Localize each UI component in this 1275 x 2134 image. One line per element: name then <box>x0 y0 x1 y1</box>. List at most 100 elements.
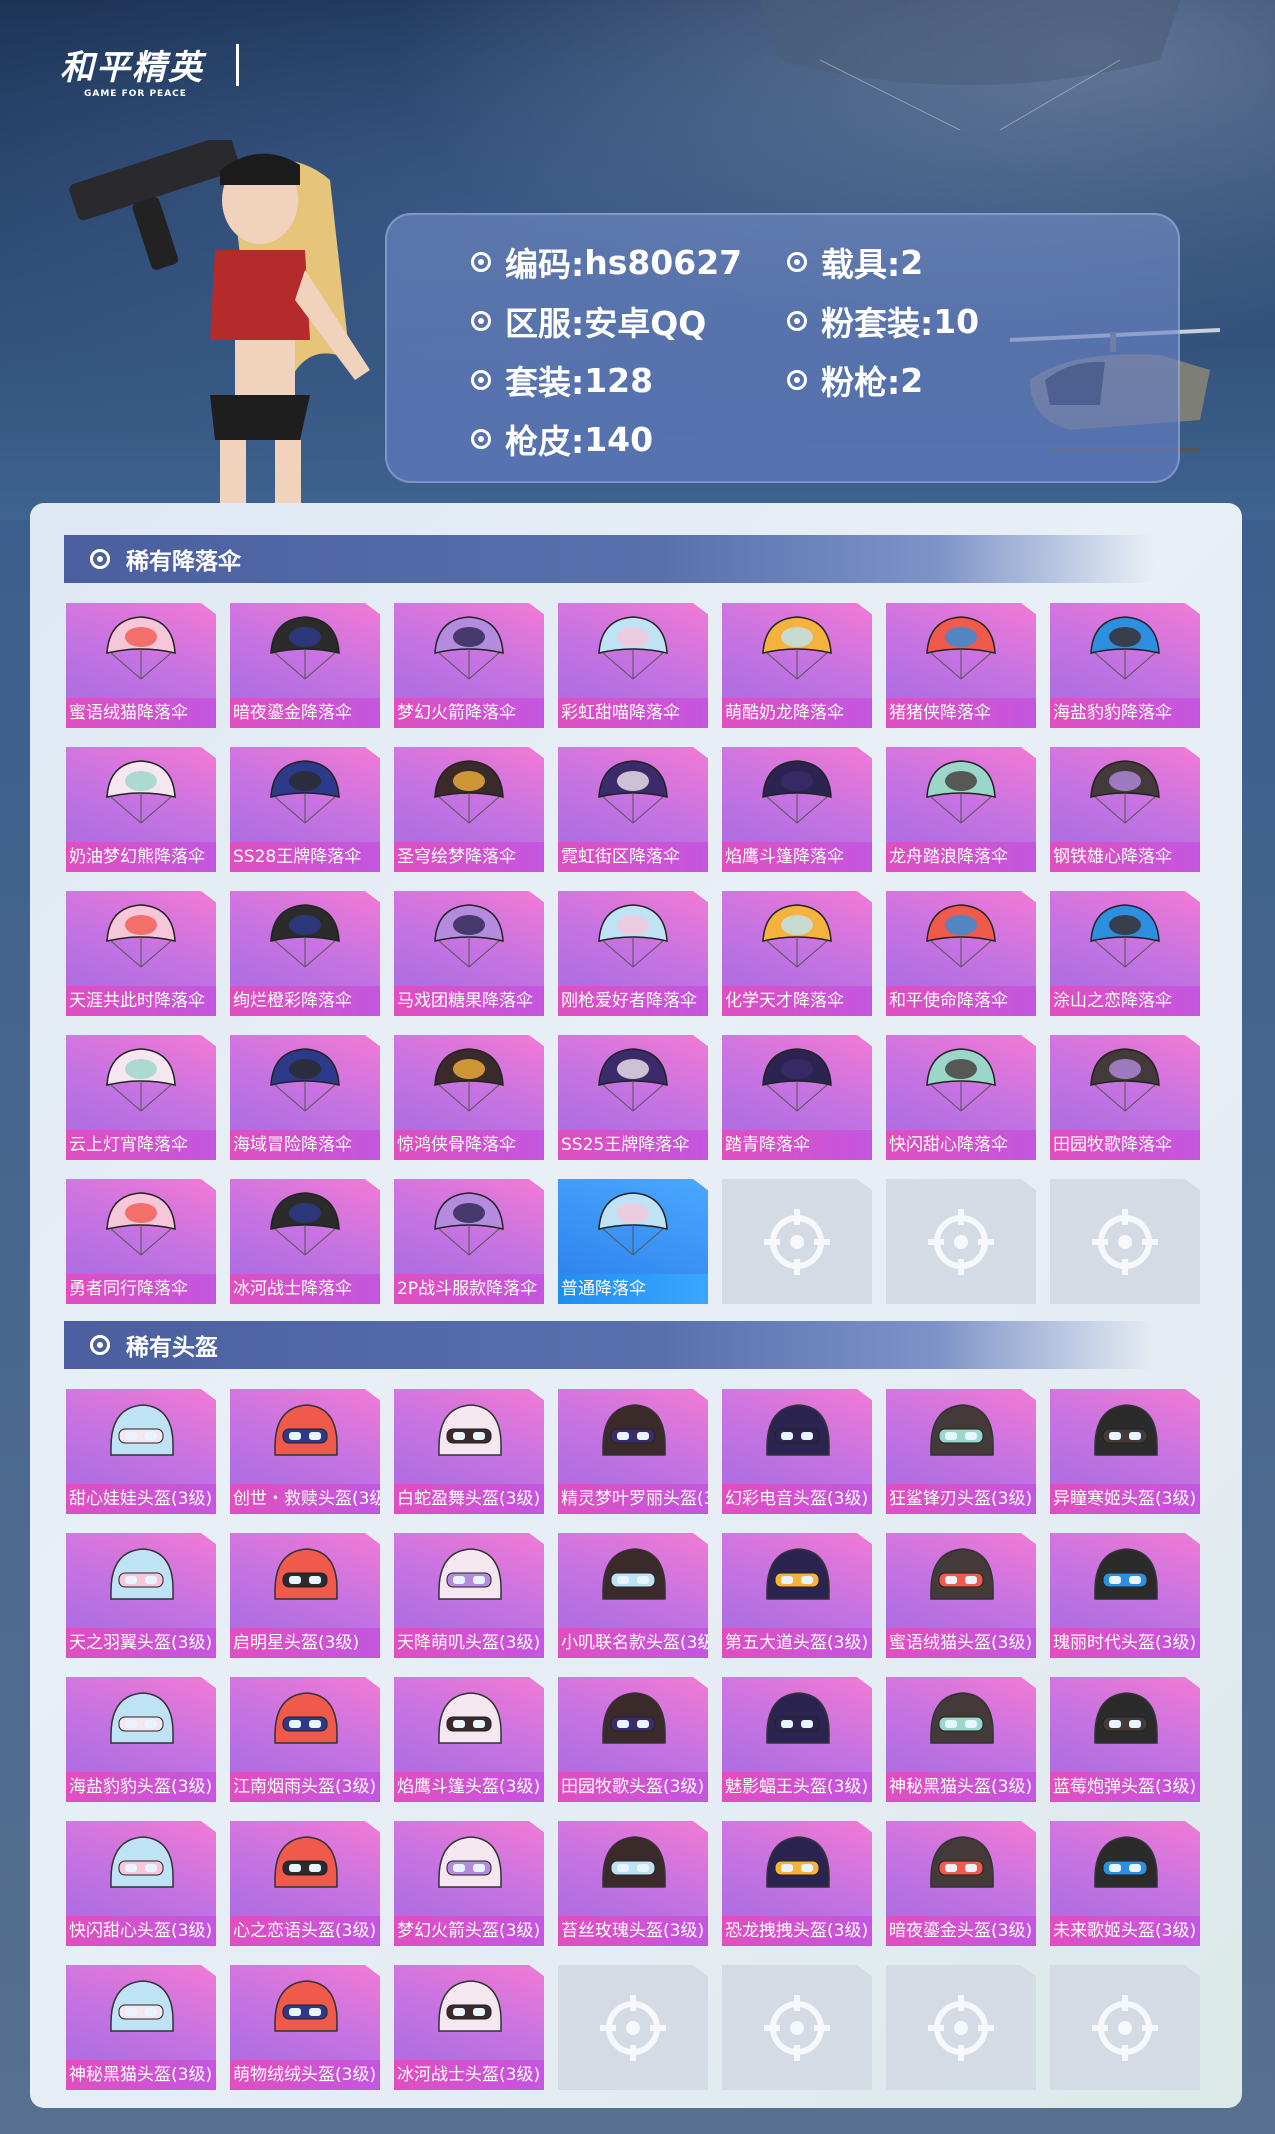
parachute-tile[interactable]: 天涯共此时降落伞 <box>66 891 216 1016</box>
helmet-tile[interactable]: 未来歌姬头盔(3级) <box>1050 1821 1200 1946</box>
info-vehicles-label: 载具: <box>821 245 901 284</box>
helmet-tile[interactable]: 蜜语绒猫头盔(3级) <box>886 1533 1036 1658</box>
helmet-label: 蜜语绒猫头盔(3级) <box>886 1628 1036 1658</box>
parachute-tile[interactable]: 奶油梦幻熊降落伞 <box>66 747 216 872</box>
info-server-label: 区服: <box>505 304 585 343</box>
parachute-tile[interactable]: 快闪甜心降落伞 <box>886 1035 1036 1160</box>
helmet-icon <box>593 1539 673 1617</box>
helmet-tile[interactable]: 焰鹰斗篷头盔(3级) <box>394 1677 544 1802</box>
helmet-tile[interactable]: 蓝莓炮弹头盔(3级) <box>1050 1677 1200 1802</box>
helmet-tile[interactable]: 白蛇盈舞头盔(3级) <box>394 1389 544 1514</box>
info-pink-guns-label: 粉枪: <box>821 363 901 402</box>
target-icon <box>90 1335 110 1355</box>
helmet-tile[interactable]: 苔丝玫瑰头盔(3级) <box>558 1821 708 1946</box>
parachute-label: 冰河战士降落伞 <box>230 1274 380 1304</box>
parachute-tile[interactable]: 刚枪爱好者降落伞 <box>558 891 708 1016</box>
parachute-tile[interactable]: 涂山之恋降落伞 <box>1050 891 1200 1016</box>
parachute-label: 化学天才降落伞 <box>722 986 872 1016</box>
helmet-tile[interactable]: 海盐豹豹头盔(3级) <box>66 1677 216 1802</box>
parachute-tile[interactable]: 海域冒险降落伞 <box>230 1035 380 1160</box>
logo-text: 和平精英 <box>60 48 204 88</box>
parachute-icon <box>921 753 1001 831</box>
parachute-tile[interactable]: 萌酷奶龙降落伞 <box>722 603 872 728</box>
parachute-tile[interactable]: 田园牧歌降落伞 <box>1050 1035 1200 1160</box>
helmet-icon <box>921 1395 1001 1473</box>
helmet-tile[interactable]: 暗夜鎏金头盔(3级) <box>886 1821 1036 1946</box>
helmet-label: 江南烟雨头盔(3级) <box>230 1772 380 1802</box>
helmet-label: 苔丝玫瑰头盔(3级) <box>558 1916 708 1946</box>
helmet-tile[interactable]: 梦幻火箭头盔(3级) <box>394 1821 544 1946</box>
helmet-tile[interactable]: 神秘黑猫头盔(3级) <box>66 1965 216 2090</box>
helmet-tile[interactable]: 狂鲨锋刃头盔(3级) <box>886 1389 1036 1514</box>
parachute-tile[interactable]: SS28王牌降落伞 <box>230 747 380 872</box>
parachute-icon <box>101 1041 181 1119</box>
helmet-icon <box>1085 1683 1165 1761</box>
parachute-label: 马戏团糖果降落伞 <box>394 986 544 1016</box>
target-icon <box>471 429 491 449</box>
parachute-tile[interactable]: 蜜语绒猫降落伞 <box>66 603 216 728</box>
parachute-tile[interactable]: 勇者同行降落伞 <box>66 1179 216 1304</box>
parachute-tile[interactable]: 暗夜鎏金降落伞 <box>230 603 380 728</box>
parachute-tile[interactable]: 惊鸿侠骨降落伞 <box>394 1035 544 1160</box>
parachute-tile[interactable]: 猪猪侠降落伞 <box>886 603 1036 728</box>
parachute-tile[interactable]: 云上灯宵降落伞 <box>66 1035 216 1160</box>
helmet-icon <box>265 1683 345 1761</box>
parachute-tile[interactable]: 霓虹街区降落伞 <box>558 747 708 872</box>
helmet-tile[interactable]: 异瞳寒姬头盔(3级) <box>1050 1389 1200 1514</box>
helmet-tile[interactable]: 天之羽翼头盔(3级) <box>66 1533 216 1658</box>
parachute-tile[interactable]: 绚烂橙彩降落伞 <box>230 891 380 1016</box>
parachute-tile[interactable]: 普通降落伞 <box>558 1179 708 1304</box>
parachute-tile[interactable]: 2P战斗服款降落伞 <box>394 1179 544 1304</box>
parachute-icon <box>101 1185 181 1263</box>
parachute-tile[interactable]: 冰河战士降落伞 <box>230 1179 380 1304</box>
parachute-tile[interactable]: 焰鹰斗篷降落伞 <box>722 747 872 872</box>
parachute-icon <box>265 897 345 975</box>
helmet-label: 瑰丽时代头盔(3级) <box>1050 1628 1200 1658</box>
helmet-label: 神秘黑猫头盔(3级) <box>66 2060 216 2090</box>
parachute-tile[interactable]: 和平使命降落伞 <box>886 891 1036 1016</box>
parachute-tile[interactable]: 马戏团糖果降落伞 <box>394 891 544 1016</box>
helmet-tile[interactable]: 创世・救赎头盔(3级) <box>230 1389 380 1514</box>
helmet-tile[interactable]: 瑰丽时代头盔(3级) <box>1050 1533 1200 1658</box>
info-pink-suits-label: 粉套装: <box>821 304 934 343</box>
helmet-tile[interactable]: 小叽联名款头盔(3级) <box>558 1533 708 1658</box>
parachute-tile[interactable]: 龙舟踏浪降落伞 <box>886 747 1036 872</box>
parachute-tile[interactable]: 钢铁雄心降落伞 <box>1050 747 1200 872</box>
helmet-tile[interactable]: 神秘黑猫头盔(3级) <box>886 1677 1036 1802</box>
parachute-tile[interactable]: 海盐豹豹降落伞 <box>1050 603 1200 728</box>
helmet-tile[interactable]: 快闪甜心头盔(3级) <box>66 1821 216 1946</box>
helmet-tile[interactable]: 江南烟雨头盔(3级) <box>230 1677 380 1802</box>
info-pink-guns-value: 2 <box>900 360 924 400</box>
helmet-tile[interactable]: 幻彩电音头盔(3级) <box>722 1389 872 1514</box>
parachute-tile[interactable]: 彩虹甜喵降落伞 <box>558 603 708 728</box>
parachute-label: 刚枪爱好者降落伞 <box>558 986 708 1016</box>
target-icon <box>787 311 807 331</box>
parachute-tile[interactable]: SS25王牌降落伞 <box>558 1035 708 1160</box>
helmet-tile[interactable]: 第五大道头盔(3级) <box>722 1533 872 1658</box>
section-title-parachutes: 稀有降落伞 <box>126 549 241 575</box>
helmet-tile[interactable]: 天降萌叽头盔(3级) <box>394 1533 544 1658</box>
account-info-panel: 编码: hs80627 区服: 安卓QQ 套装: 128 枪皮: 140 载具:… <box>385 213 1180 483</box>
helmet-tile[interactable]: 魅影蝠王头盔(3级) <box>722 1677 872 1802</box>
info-pink-suits-value: 10 <box>933 301 980 341</box>
parachute-tile[interactable]: 梦幻火箭降落伞 <box>394 603 544 728</box>
helmet-tile[interactable]: 心之恋语头盔(3级) <box>230 1821 380 1946</box>
crosshair-icon <box>928 1995 994 2061</box>
helmet-tile[interactable]: 田园牧歌头盔(3级) <box>558 1677 708 1802</box>
parachute-tile[interactable]: 圣穹绘梦降落伞 <box>394 747 544 872</box>
parachute-tile[interactable]: 化学天才降落伞 <box>722 891 872 1016</box>
helmet-tile[interactable]: 恐龙拽拽头盔(3级) <box>722 1821 872 1946</box>
helmet-tile[interactable]: 甜心娃娃头盔(3级) <box>66 1389 216 1514</box>
helmet-tile[interactable]: 启明星头盔(3级) <box>230 1533 380 1658</box>
helmet-tile[interactable]: 冰河战士头盔(3级) <box>394 1965 544 2090</box>
parachute-icon <box>429 1041 509 1119</box>
parachute-tile[interactable]: 踏青降落伞 <box>722 1035 872 1160</box>
helmet-icon <box>101 1539 181 1617</box>
helmet-icon <box>101 1395 181 1473</box>
parachute-icon <box>429 753 509 831</box>
helmet-tile[interactable]: 精灵梦叶罗丽头盔(3级) <box>558 1389 708 1514</box>
info-pink-guns: 粉枪: 2 <box>787 356 923 404</box>
helmet-tile[interactable]: 萌物绒绒头盔(3级) <box>230 1965 380 2090</box>
game-logo: 和平精英 GAME FOR PEACE <box>60 40 204 99</box>
helmet-icon <box>101 1971 181 2049</box>
